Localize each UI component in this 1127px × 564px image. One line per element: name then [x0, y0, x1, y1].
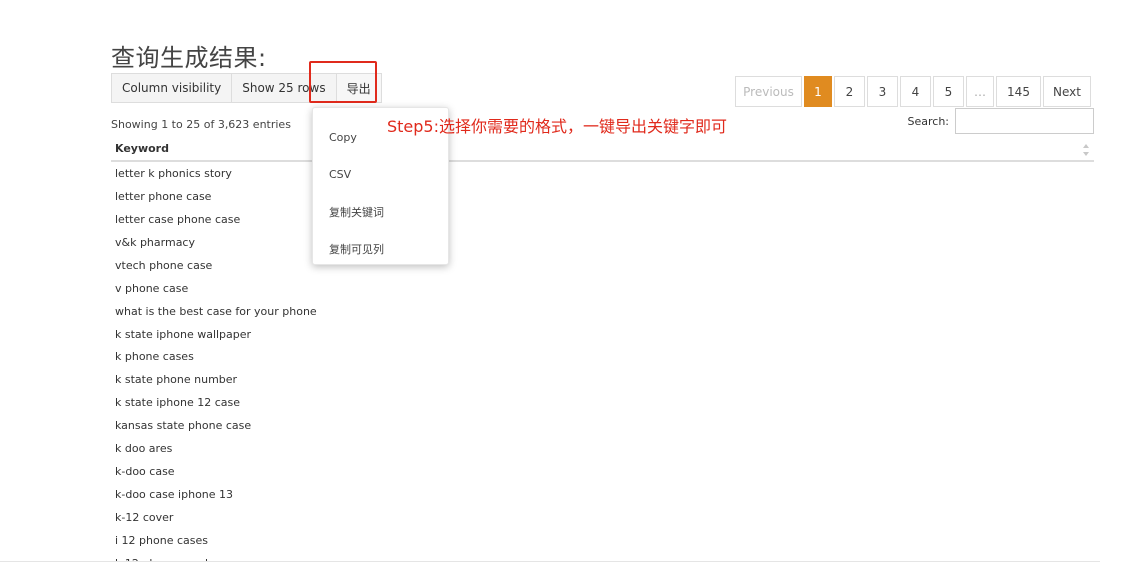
export-highlight-box	[309, 61, 377, 103]
table-row: v phone case	[115, 281, 189, 295]
page-button-145[interactable]: 145	[996, 76, 1041, 107]
table-row: k-doo case	[115, 465, 175, 479]
table-row: k-12 cover	[115, 511, 174, 525]
page-button-4[interactable]: 4	[900, 76, 931, 107]
table-row: letter phone case	[115, 189, 212, 203]
page-button-2[interactable]: 2	[834, 76, 865, 107]
table-row: letter k phonics story	[115, 166, 232, 180]
page-button-5[interactable]: 5	[933, 76, 964, 107]
divider	[0, 561, 1100, 562]
table-row: kansas state phone case	[115, 419, 252, 433]
table-row: k state phone number	[115, 373, 238, 387]
table-row: v&k pharmacy	[115, 235, 195, 249]
search-box: Search:	[907, 108, 1094, 134]
table-row: what is the best case for your phone	[115, 304, 317, 318]
table-header-row: Keyword	[111, 138, 1094, 162]
search-label: Search:	[907, 114, 950, 128]
export-copy-keywords-option[interactable]: 复制关键词	[313, 193, 448, 230]
table-row: k doo ares	[115, 442, 173, 456]
table-row: k phone cases	[115, 350, 194, 364]
page-button-3[interactable]: 3	[867, 76, 898, 107]
column-visibility-button[interactable]: Column visibility	[111, 73, 233, 103]
search-input[interactable]	[955, 108, 1094, 134]
entries-info: Showing 1 to 25 of 3,623 entries	[111, 118, 291, 131]
page-ellipsis: …	[966, 76, 994, 107]
pagination: Previous 1 2 3 4 5 … 145 Next	[735, 76, 1091, 107]
keyword-column-header[interactable]: Keyword	[115, 142, 169, 155]
table-row: i 12 phone cases	[115, 533, 208, 547]
sort-icon[interactable]	[1082, 143, 1090, 157]
next-page-button[interactable]: Next	[1043, 76, 1091, 107]
export-csv-option[interactable]: CSV	[313, 156, 448, 193]
table-row: k 12 phone number	[111, 552, 511, 561]
keyword-table-body: letter k phonics story letter phone case l…	[111, 162, 511, 561]
table-row: letter case phone case	[115, 212, 241, 226]
export-copy-visible-columns-option[interactable]: 复制可见列	[313, 230, 448, 267]
table-row: k state iphone wallpaper	[115, 327, 252, 341]
previous-page-button[interactable]: Previous	[735, 76, 802, 107]
page-heading: 查询生成结果:	[111, 44, 267, 72]
step-annotation: Step5:选择你需要的格式，一键导出关键字即可	[387, 117, 728, 136]
page-button-1[interactable]: 1	[804, 76, 832, 107]
table-row: k state iphone 12 case	[115, 396, 240, 410]
table-row: vtech phone case	[115, 258, 213, 272]
table-row: k-doo case iphone 13	[115, 488, 234, 502]
